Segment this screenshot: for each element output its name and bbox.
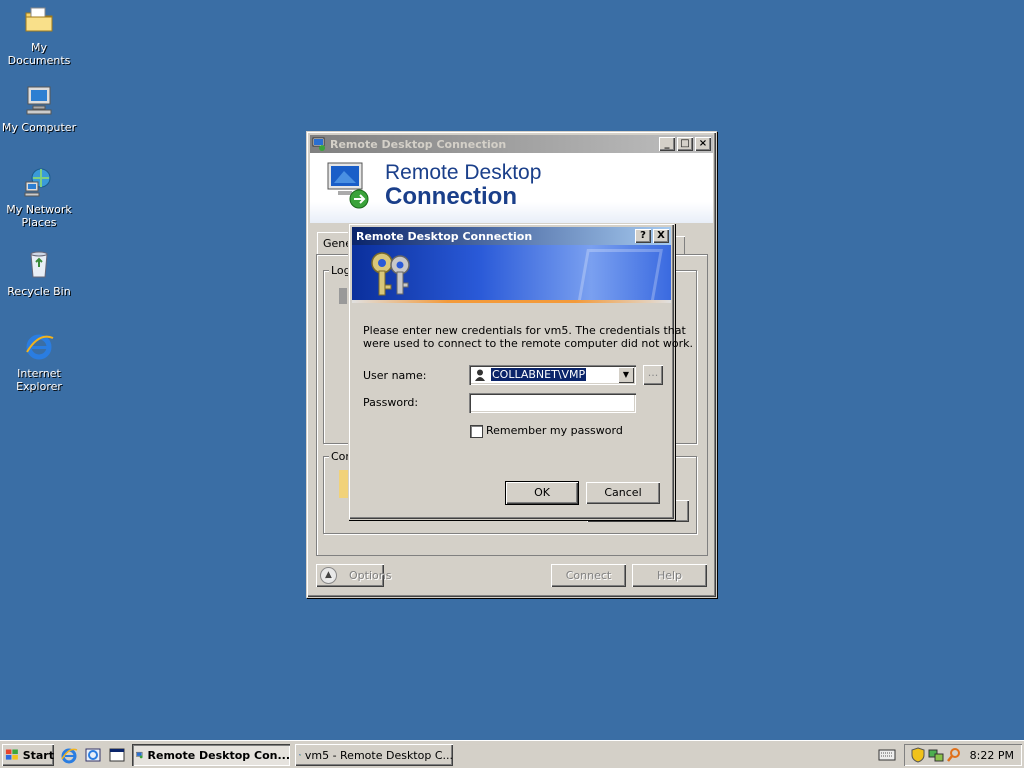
security-shield-icon[interactable] (910, 747, 926, 763)
desktop-icon-label: Explorer (16, 380, 62, 393)
desktop-icon-label: Internet (17, 367, 61, 380)
options-button-label: Options (349, 569, 392, 582)
rdc-main-title: Remote Desktop Connection (330, 137, 507, 151)
desktop-icon-label: My Computer (1, 121, 77, 134)
connect-button[interactable]: Connect (551, 564, 626, 587)
rdc-app-icon (299, 754, 301, 756)
credentials-title: Remote Desktop Connection (356, 229, 533, 243)
desktop-icon-recycle-bin[interactable]: Recycle Bin (0, 248, 78, 298)
maximize-button[interactable]: □ (677, 137, 693, 151)
username-label: User name: (363, 369, 427, 382)
banner-window-watermark (577, 249, 663, 303)
search-icon[interactable] (946, 747, 962, 763)
start-label: Start (22, 748, 54, 762)
help-button[interactable]: Help (632, 564, 707, 587)
taskbar-task-rdc[interactable]: Remote Desktop Con... (132, 744, 290, 766)
rdc-banner-icon (327, 162, 369, 209)
credentials-banner (352, 245, 671, 303)
taskbar-task-label: vm5 - Remote Desktop C... (304, 748, 453, 762)
minimize-button[interactable]: _ (659, 137, 675, 151)
remember-password-label[interactable]: Remember my password (486, 424, 623, 437)
rdc-main-titlebar[interactable]: Remote Desktop Connection _ □ × (310, 135, 713, 153)
show-desktop-icon[interactable] (108, 746, 126, 764)
network-places-icon (24, 168, 51, 197)
windows-logo-icon (5, 749, 18, 760)
desktop: My Documents My Computer My Network Plac… (0, 0, 1024, 740)
close-icon[interactable]: X (653, 229, 669, 243)
cancel-button[interactable]: Cancel (586, 482, 660, 504)
rdc-app-icon (312, 137, 325, 151)
taskbar-task-label: Remote Desktop Con... (147, 748, 290, 762)
username-combobox[interactable]: COLLABNET\VMP ▼ (469, 365, 636, 385)
recycle-bin-icon (30, 251, 48, 278)
credentials-message-line1: Please enter new credentials for vm5. Th… (363, 324, 686, 337)
chevron-down-icon[interactable]: ▼ (618, 367, 634, 383)
keys-icon (371, 252, 410, 296)
password-label: Password: (363, 396, 419, 409)
my-documents-icon (25, 7, 53, 32)
help-icon[interactable]: ? (635, 229, 651, 243)
credentials-titlebar[interactable]: Remote Desktop Connection ? X (352, 227, 671, 245)
desktop-icon-my-computer[interactable]: My Computer (0, 84, 78, 134)
desktop-icon-my-documents[interactable]: My Documents (0, 4, 78, 67)
desktop-icon-internet-explorer[interactable]: Internet Explorer (0, 330, 78, 393)
password-field[interactable] (469, 393, 636, 413)
desktop-icon-label: My Documents (7, 41, 71, 67)
user-icon (475, 369, 485, 381)
my-computer-icon (26, 86, 52, 115)
username-value[interactable]: COLLABNET\VMP (491, 368, 587, 381)
logon-icon (339, 288, 347, 304)
keyboard-icon[interactable] (878, 749, 896, 761)
options-chevron-icon: ▲ (320, 567, 337, 584)
credentials-message-line2: were used to connect to the remote compu… (363, 337, 693, 350)
taskbar-task-vm5[interactable]: vm5 - Remote Desktop C... (295, 744, 453, 766)
desktop-icon-label: Places (21, 216, 57, 229)
clock[interactable]: 8:22 PM (970, 749, 1014, 762)
credentials-dialog: Remote Desktop Connection ? X Please ent… (348, 223, 693, 520)
desktop-icon-label: Recycle Bin (7, 285, 71, 298)
system-tray: 8:22 PM (904, 744, 1022, 766)
options-button[interactable]: ▲ Options (316, 564, 391, 587)
rdc-banner-line1: Remote Desktop (385, 161, 542, 184)
browse-user-button[interactable]: ... (643, 365, 663, 385)
rdc-banner: Remote Desktop Connection (310, 153, 713, 223)
quick-launch (60, 746, 126, 764)
start-button[interactable]: Start (2, 744, 54, 766)
rdc-banner-line2: Connection (385, 183, 517, 210)
ok-button[interactable]: OK (505, 481, 579, 505)
remember-password-checkbox[interactable] (470, 425, 483, 438)
internet-explorer-icon (26, 334, 54, 360)
internet-explorer-icon[interactable] (60, 746, 78, 764)
outlook-express-icon[interactable] (84, 746, 102, 764)
banner-orange-stripe (352, 300, 671, 303)
network-icon[interactable] (928, 747, 944, 763)
desktop-icon-network-places[interactable]: My Network Places (0, 166, 78, 229)
rdc-app-icon (136, 751, 143, 759)
close-button[interactable]: × (695, 137, 711, 151)
taskbar: Start Remote Desktop Con... vm5 - Remote… (0, 740, 1024, 768)
desktop-icon-label: My Network (6, 203, 72, 216)
